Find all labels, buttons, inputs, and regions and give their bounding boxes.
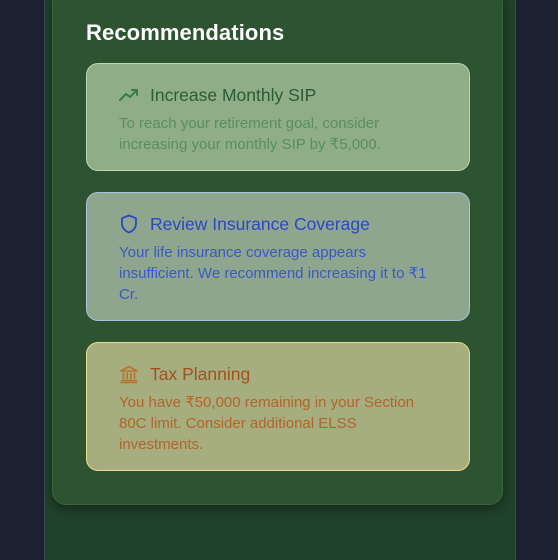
recommendation-card-insurance[interactable]: Review Insurance Coverage Your life insu… xyxy=(86,192,470,321)
recommendation-title: Review Insurance Coverage xyxy=(150,213,370,234)
bank-icon xyxy=(119,364,139,384)
recommendation-text: To reach your retirement goal, consider … xyxy=(119,115,381,153)
recommendation-card-increase-sip[interactable]: Increase Monthly SIP To reach your retir… xyxy=(86,63,470,171)
shield-icon xyxy=(119,214,139,234)
recommendation-title: Increase Monthly SIP xyxy=(150,84,317,105)
recommendation-text: Your life insurance coverage appears ins… xyxy=(119,244,427,303)
recommendation-card-tax-planning[interactable]: Tax Planning You have ₹50,000 remaining … xyxy=(86,342,470,471)
recommendation-title: Tax Planning xyxy=(150,363,251,384)
recommendations-title: Recommendations xyxy=(86,20,285,45)
recommendation-text: You have ₹50,000 remaining in your Secti… xyxy=(119,394,415,453)
trending-up-icon xyxy=(119,85,139,105)
